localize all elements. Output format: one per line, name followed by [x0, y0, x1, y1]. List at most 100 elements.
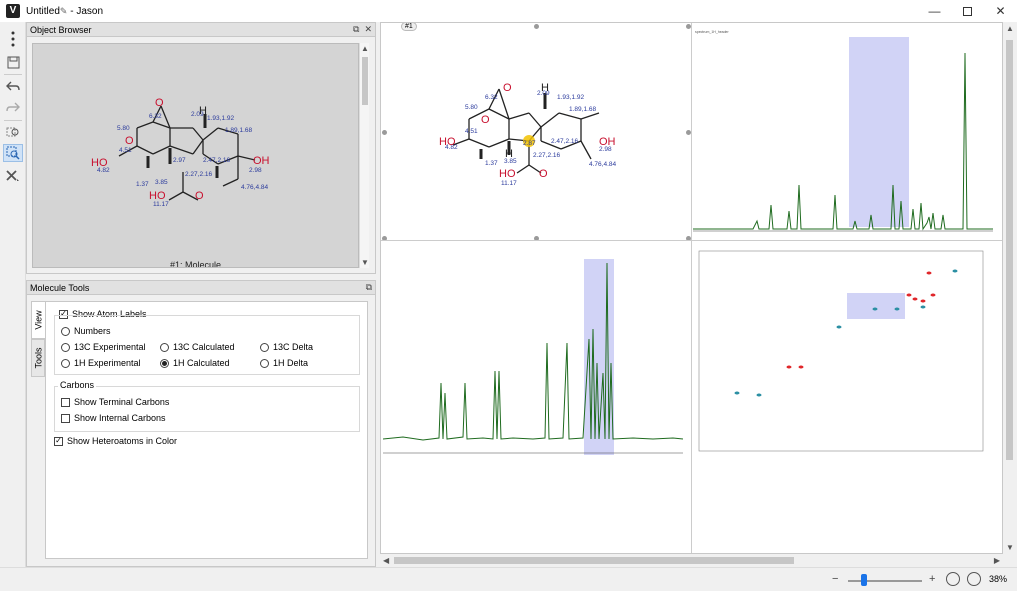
svg-text:1.37: 1.37 — [136, 181, 149, 188]
svg-text:OH: OH — [599, 136, 616, 148]
molecule-tools-header: Molecule Tools ⧉ — [27, 281, 375, 295]
svg-text:H: H — [199, 105, 207, 117]
svg-text:5.80: 5.80 — [117, 125, 130, 132]
more-button[interactable] — [3, 30, 23, 48]
svg-text:HO: HO — [439, 136, 456, 148]
radio-1h-calculated[interactable]: 1H Calculated — [160, 358, 230, 368]
zoom-out-button[interactable]: − — [832, 573, 838, 585]
checkbox-checked-icon: ✓ — [54, 436, 63, 446]
document-vertical-scrollbar[interactable]: ▲ ▼ — [1003, 22, 1016, 554]
svg-text:4.76,4.84: 4.76,4.84 — [589, 161, 616, 168]
scroll-left-icon[interactable]: ◀ — [383, 556, 389, 565]
tab-view[interactable]: View — [31, 301, 45, 339]
document-canvas[interactable]: #1 6.32 5.80 4.51 4.82 1.37 3.85 2.87 2.… — [380, 22, 1003, 554]
radio-numbers[interactable]: Numbers — [61, 326, 111, 336]
zoom-slider[interactable] — [848, 580, 922, 582]
zoom-reset-icon[interactable] — [967, 572, 981, 586]
radio-1h-delta[interactable]: 1H Delta — [260, 358, 308, 368]
svg-text:4.51: 4.51 — [119, 147, 132, 154]
scroll-down-icon[interactable]: ▼ — [361, 258, 369, 267]
scroll-right-icon[interactable]: ▶ — [994, 556, 1000, 565]
molecule-thumbnail[interactable]: 6.32 5.80 4.51 4.82 1.37 3.85 2.97 2.09 1.93… — [32, 43, 359, 268]
zoom-region-icon — [6, 146, 20, 160]
redo-icon — [6, 102, 20, 112]
hsqc-spectrum-pane[interactable] — [693, 243, 1001, 461]
panel-close-icon[interactable]: ✕ — [364, 24, 372, 35]
zoom-slider-handle[interactable] — [861, 574, 867, 586]
c13-spectrum-pane[interactable] — [382, 243, 689, 463]
svg-text:5.80: 5.80 — [465, 104, 478, 111]
close-button[interactable]: ✕ — [984, 0, 1017, 22]
svg-text:2.97: 2.97 — [173, 157, 186, 164]
object-browser-panel: Object Browser ⧉ ✕ 6.32 5.80 4.51 4.82 1… — [26, 22, 376, 274]
zoom-select-icon — [6, 127, 19, 137]
object-caption: #1: Molecule — [169, 260, 222, 268]
resize-handle[interactable] — [534, 24, 539, 29]
scroll-thumb[interactable] — [362, 57, 368, 105]
svg-text:2.87: 2.87 — [523, 140, 536, 147]
h1-spectrum-plot: spectrum_1H_header — [693, 30, 993, 232]
svg-text:HO: HO — [149, 190, 166, 202]
view-tab-content: ✓ Show Atom Labels Numbers 13C Experimen… — [45, 301, 368, 559]
minimize-button[interactable]: — — [918, 0, 951, 22]
svg-text:2.47,2.16: 2.47,2.16 — [551, 138, 578, 145]
object-browser-header: Object Browser ⧉ ✕ — [27, 23, 375, 37]
svg-text:O: O — [503, 82, 512, 94]
radio-13c-experimental[interactable]: 13C Experimental — [61, 342, 146, 352]
radio-13c-calculated[interactable]: 13C Calculated — [160, 342, 235, 352]
close-icon: ✕ — [995, 4, 1006, 18]
object-browser-scrollbar[interactable]: ▲ ▼ — [359, 43, 369, 268]
radio-13c-delta[interactable]: 13C Delta — [260, 342, 313, 352]
scroll-up-icon[interactable]: ▲ — [361, 44, 369, 53]
scroll-thumb[interactable] — [1006, 40, 1013, 460]
svg-text:O: O — [125, 135, 134, 147]
radio-1h-experimental[interactable]: 1H Experimental — [61, 358, 141, 368]
minimize-icon: — — [928, 4, 941, 18]
undock-icon[interactable]: ⧉ — [353, 24, 359, 35]
tab-tools[interactable]: Tools — [31, 339, 45, 377]
svg-text:spectrum_1H_header: spectrum_1H_header — [695, 30, 729, 34]
svg-text:O: O — [155, 97, 164, 109]
h1-spectrum-pane[interactable]: spectrum_1H_header — [693, 25, 1001, 239]
scroll-down-icon[interactable]: ▼ — [1006, 543, 1014, 552]
scroll-thumb[interactable] — [394, 557, 794, 564]
svg-text:HO: HO — [499, 168, 516, 180]
svg-text:1.89,1.68: 1.89,1.68 — [225, 127, 252, 134]
document-tab-label[interactable]: #1 — [401, 23, 417, 31]
svg-text:11.17: 11.17 — [501, 180, 517, 187]
zoom-select-button[interactable] — [3, 123, 23, 141]
svg-text:4.76,4.84: 4.76,4.84 — [241, 184, 268, 191]
undo-button[interactable] — [3, 77, 23, 95]
app-window: V Untitled✎ - Jason — ✕ Object Browser ⧉… — [0, 0, 1017, 591]
svg-text:O: O — [539, 168, 548, 180]
svg-text:HO: HO — [91, 157, 108, 169]
svg-text:2.98: 2.98 — [249, 167, 262, 174]
redo-button[interactable] — [3, 98, 23, 116]
undock-icon[interactable]: ⧉ — [366, 282, 372, 293]
tools-button[interactable] — [3, 167, 23, 185]
zoom-fit-icon[interactable] — [946, 572, 960, 586]
show-terminal-carbons-checkbox[interactable]: Show Terminal Carbons — [61, 397, 169, 407]
show-internal-carbons-checkbox[interactable]: Show Internal Carbons — [61, 413, 166, 423]
maximize-button[interactable] — [951, 0, 984, 22]
app-logo-icon: V — [6, 4, 20, 18]
zoom-in-button[interactable]: + — [929, 573, 935, 585]
document-horizontal-scrollbar[interactable]: ◀ ▶ — [380, 554, 1003, 567]
save-button[interactable] — [3, 53, 23, 71]
molecule-tools-panel: Molecule Tools ⧉ View Tools ✓ Show Atom … — [26, 280, 376, 567]
svg-text:H: H — [541, 82, 549, 94]
molecule-pane[interactable]: #1 6.32 5.80 4.51 4.82 1.37 3.85 2.87 2.… — [381, 23, 691, 240]
molecule-drawing: 6.325.80 4.514.82 1.37 3.85 2.872.09 1.93… — [439, 82, 616, 187]
object-browser-title: Object Browser — [30, 24, 92, 35]
c13-spectrum-plot — [382, 259, 684, 455]
svg-text:O: O — [195, 190, 204, 202]
zoom-level: 38% — [989, 574, 1008, 584]
svg-text:O: O — [481, 114, 490, 126]
show-heteroatoms-checkbox[interactable]: ✓ Show Heteroatoms in Color — [54, 436, 177, 446]
svg-text:2.27,2.16: 2.27,2.16 — [185, 171, 212, 178]
zoom-region-button[interactable] — [3, 144, 23, 162]
resize-handle[interactable] — [382, 130, 387, 135]
svg-text:H: H — [505, 148, 513, 160]
scroll-up-icon[interactable]: ▲ — [1006, 24, 1014, 33]
undo-icon — [6, 81, 20, 91]
